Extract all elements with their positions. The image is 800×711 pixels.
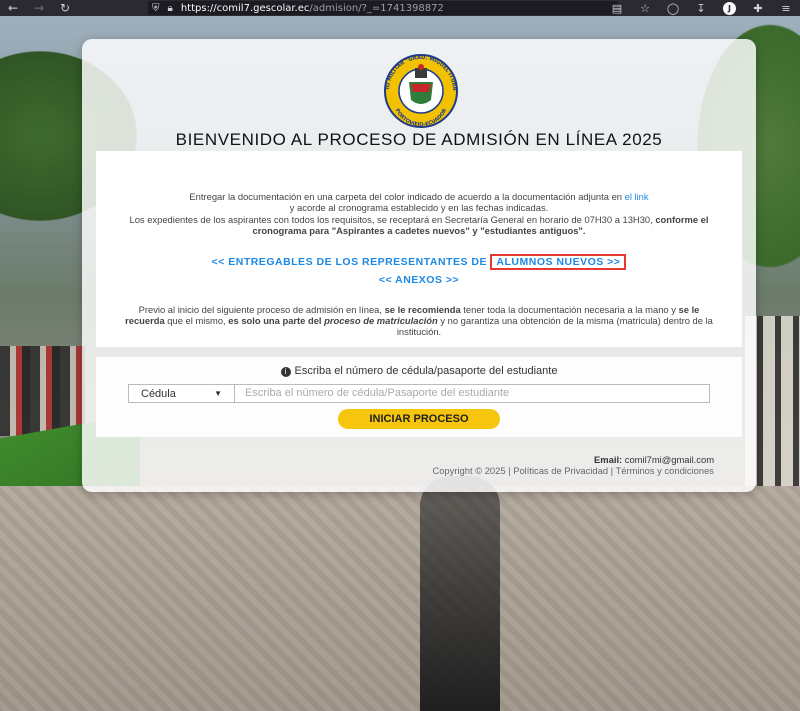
page-title: BIENVENIDO AL PROCESO DE ADMISIÓN EN LÍN… xyxy=(175,130,663,149)
id-number-input[interactable]: Escriba el número de cédula/Pasaporte de… xyxy=(235,384,710,403)
instructions-panel: Entregar la documentación en una carpeta… xyxy=(96,151,742,347)
address-bar[interactable]: ⛨ 🔒︎ https://comil7.gescolar.ec/admision… xyxy=(148,1,618,15)
highlighted-new-students-text[interactable]: ALUMNOS NUEVOS >> xyxy=(490,254,627,270)
star-icon[interactable]: ☆ xyxy=(631,2,659,15)
shield-icon[interactable]: ⛨ xyxy=(152,3,160,14)
id-form: i Escriba el número de cédula/pasaporte d… xyxy=(96,357,742,437)
url-host: https://comil7.gescolar.ec xyxy=(180,2,310,14)
id-prompt: i Escriba el número de cédula/pasaporte d… xyxy=(96,365,742,377)
intro-paragraph: Entregar la documentación en una carpeta… xyxy=(189,191,649,213)
documentation-link[interactable]: el link xyxy=(625,191,649,202)
browser-toolbar: ← → ↻ ⛨ 🔒︎ https://comil7.gescolar.ec/ad… xyxy=(0,0,800,16)
url-path: /admision/?_=1741398872 xyxy=(309,2,444,14)
start-process-button[interactable]: INICIAR PROCESO xyxy=(338,409,500,429)
info-icon: i xyxy=(280,367,291,377)
menu-icon[interactable]: ≡ xyxy=(772,2,800,15)
contact-email: Email: comil7mi@gmail.com xyxy=(594,454,714,465)
pocket-icon[interactable]: ◯ xyxy=(659,2,687,15)
extensions-icon[interactable]: ✚ xyxy=(744,2,772,15)
annexes-link[interactable]: << ANEXOS >> xyxy=(96,274,742,286)
profile-avatar[interactable]: J xyxy=(723,1,736,15)
notice-paragraph: Previo al inicio del siguiente proceso d… xyxy=(125,304,713,337)
document-type-select[interactable]: Cédula ▼ xyxy=(128,384,235,403)
lock-icon[interactable]: 🔒︎ xyxy=(168,3,173,14)
deliverables-new-students-link[interactable]: << ENTREGABLES DE LOS REPRESENTANTES DE … xyxy=(96,254,742,270)
forward-icon[interactable]: → xyxy=(26,0,52,16)
schedule-paragraph: Los expedientes de los aspirantes con to… xyxy=(129,214,709,236)
admission-card: COLEGIO MILITAR "GRAD. MIGUEL ITURRALDE"… xyxy=(82,39,756,492)
back-icon[interactable]: ← xyxy=(0,0,26,16)
chevron-down-icon: ▼ xyxy=(214,389,222,398)
copyright-footer: Copyright © 2025 | Políticas de Privacid… xyxy=(432,465,714,476)
download-icon[interactable]: ↧ xyxy=(687,2,715,15)
reload-icon[interactable]: ↻ xyxy=(52,0,78,16)
reader-icon[interactable]: ▤ xyxy=(603,2,631,15)
school-seal-logo: COLEGIO MILITAR "GRAD. MIGUEL ITURRALDE"… xyxy=(359,54,483,128)
